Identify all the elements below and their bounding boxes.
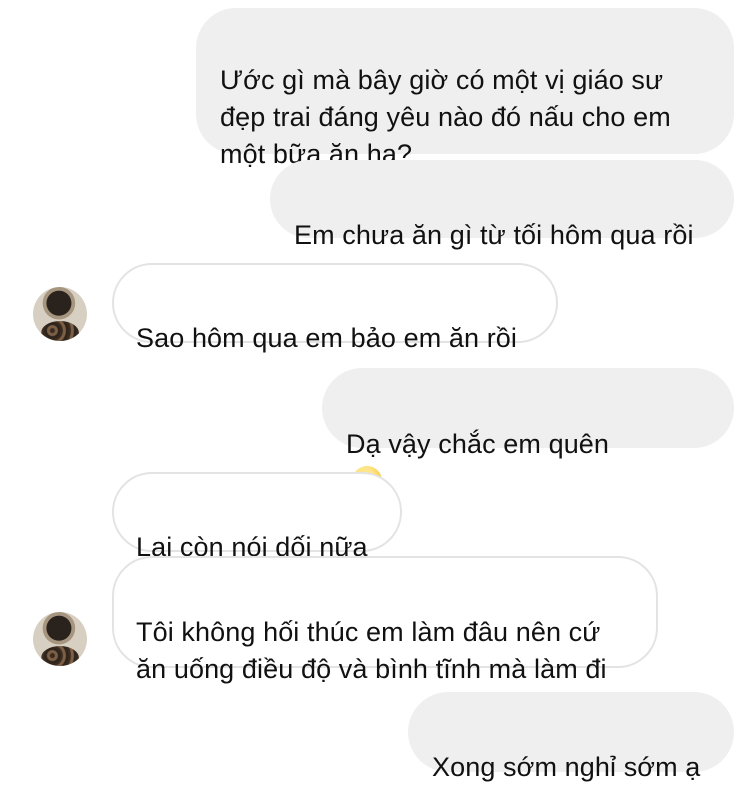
message-text: Sao hôm qua em bảo em ăn rồi [136,323,518,353]
message-bubble-received[interactable]: Lại còn nói dối nữa [112,472,402,562]
contact-avatar[interactable] [33,287,87,341]
message-bubble-received[interactable]: Tôi không hối thúc em làm đâu nên cứ ăn … [112,556,658,684]
message-bubble-received[interactable]: Sao hôm qua em bảo em ăn rồi [112,263,558,353]
message-bubble-sent[interactable]: Dạ vậy chắc em quên [322,368,734,533]
message-text: Em chưa ăn gì từ tối hôm qua rồi [294,220,694,250]
message-bubble-sent[interactable]: Em chưa ăn gì từ tối hôm qua rồi [270,160,734,250]
message-text: Ước gì mà bây giờ có một vị giáo sư đẹp … [220,65,671,169]
message-text: Xong sớm nghỉ sớm ạ [432,752,701,782]
message-text: Tôi không hối thúc em làm đâu nên cứ ăn … [136,617,607,684]
message-bubble-sent[interactable]: Xong sớm nghỉ sớm ạ [408,692,734,782]
contact-avatar[interactable] [33,612,87,666]
message-bubble-sent[interactable]: Ước gì mà bây giờ có một vị giáo sư đẹp … [196,8,734,169]
message-text: Dạ vậy chắc em quên [346,429,610,459]
